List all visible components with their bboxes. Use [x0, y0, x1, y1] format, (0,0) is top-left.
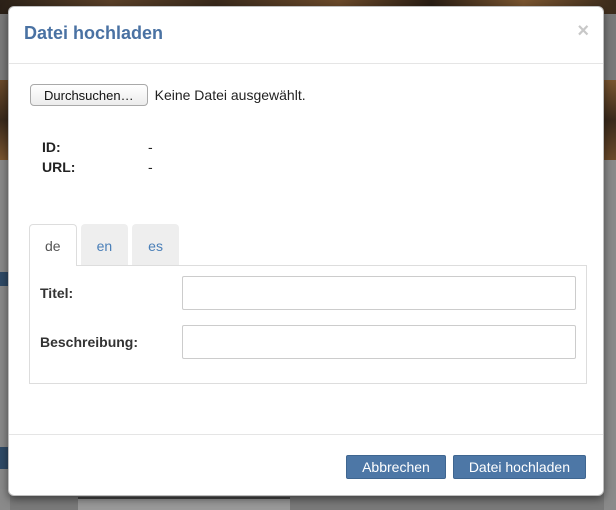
upload-button[interactable]: Datei hochladen — [452, 455, 586, 479]
meta-row-url: URL: - — [42, 157, 153, 177]
file-picker: Durchsuchen… Keine Datei ausgewählt. — [30, 84, 306, 106]
close-icon[interactable]: × — [577, 21, 589, 41]
tab-panel-de: Titel: Beschreibung: — [29, 265, 587, 384]
tab-en[interactable]: en — [80, 224, 129, 266]
browse-button[interactable]: Durchsuchen… — [30, 84, 148, 106]
title-label: Titel: — [40, 285, 74, 301]
dialog-header: Datei hochladen × — [9, 7, 603, 64]
form-row-title: Titel: — [40, 276, 576, 310]
meta-value-id: - — [148, 139, 153, 155]
cancel-button[interactable]: Abbrechen — [346, 455, 446, 479]
tab-es[interactable]: es — [132, 224, 179, 266]
footer-buttons: Abbrechen Datei hochladen — [346, 455, 586, 479]
file-metadata: ID: - URL: - — [42, 137, 153, 177]
meta-row-id: ID: - — [42, 137, 153, 157]
tab-de[interactable]: de — [29, 224, 77, 267]
file-status-text: Keine Datei ausgewählt. — [154, 87, 306, 103]
meta-label-id: ID: — [42, 139, 61, 155]
background-panel-right — [604, 160, 616, 510]
upload-dialog: Datei hochladen × Durchsuchen… Keine Dat… — [8, 6, 604, 496]
form-row-description: Beschreibung: — [40, 325, 576, 359]
background-photo-right — [604, 80, 616, 160]
description-label: Beschreibung: — [40, 334, 139, 350]
background-bottom-strip — [78, 497, 290, 510]
title-input[interactable] — [182, 276, 576, 310]
meta-label-url: URL: — [42, 159, 76, 175]
dialog-title: Datei hochladen — [24, 23, 164, 43]
dialog-footer: Abbrechen Datei hochladen — [9, 434, 603, 497]
description-input[interactable] — [182, 325, 576, 359]
meta-value-url: - — [148, 159, 153, 175]
language-tabs: de en es — [29, 224, 183, 267]
